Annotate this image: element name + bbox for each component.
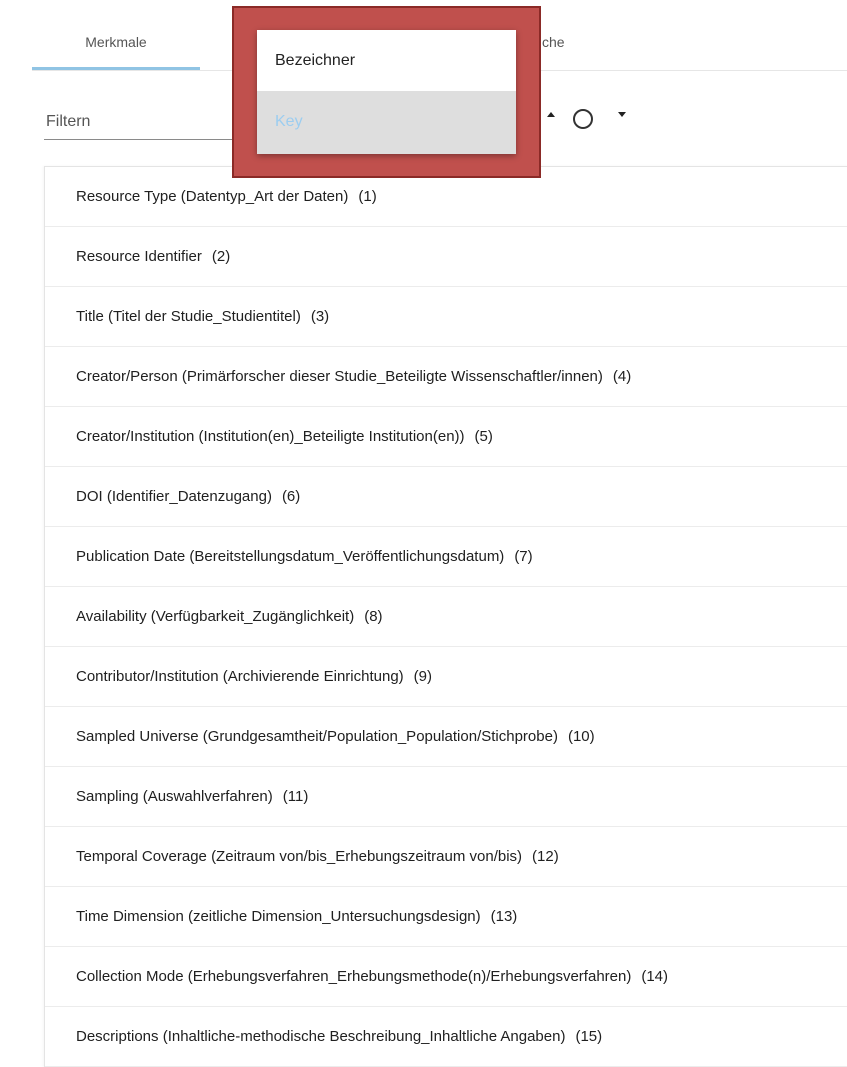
item-count: (11) xyxy=(282,788,309,805)
triangle-down-icon[interactable] xyxy=(618,112,626,117)
item-label: Creator/Person (Primärforscher dieser St… xyxy=(76,368,603,385)
item-count: (14) xyxy=(641,968,669,985)
list-item[interactable]: Sampled Universe (Grundgesamtheit/Popula… xyxy=(45,707,847,767)
item-count: (12) xyxy=(532,848,559,865)
list-item[interactable]: Sampling (Auswahlverfahren) (11) xyxy=(45,767,847,827)
item-count: (1) xyxy=(358,188,377,205)
filter-input[interactable] xyxy=(44,104,240,140)
list-item[interactable]: Creator/Institution (Institution(en)_Bet… xyxy=(45,407,847,467)
dropdown-option-key[interactable]: Key xyxy=(257,91,516,154)
item-count: (8) xyxy=(364,608,383,625)
item-label: Sampling (Auswahlverfahren) xyxy=(76,788,273,805)
list-item[interactable]: Collection Mode (Erhebungsverfahren_Erhe… xyxy=(45,947,847,1007)
tab-partially-hidden[interactable]: che xyxy=(532,0,662,70)
list-item[interactable]: Creator/Person (Primärforscher dieser St… xyxy=(45,347,847,407)
item-label: Resource Type (Datentyp_Art der Daten) xyxy=(76,188,349,205)
item-count: (6) xyxy=(281,488,301,505)
item-label: Publication Date (Bereitstellungsdatum_V… xyxy=(76,548,505,565)
item-count: (2) xyxy=(211,248,231,265)
circle-radio-icon[interactable] xyxy=(573,109,593,129)
list-item[interactable]: Descriptions (Inhaltliche-methodische Be… xyxy=(45,1007,847,1067)
item-label: Collection Mode (Erhebungsverfahren_Erhe… xyxy=(76,968,632,985)
merkmale-list: Resource Type (Datentyp_Art der Daten) (1… xyxy=(44,166,847,1067)
list-item[interactable]: Temporal Coverage (Zeitraum von/bis_Erhe… xyxy=(45,827,847,887)
item-count: (10) xyxy=(567,728,595,745)
item-label: Contributor/Institution (Archivierende E… xyxy=(76,668,404,685)
item-count: (13) xyxy=(490,908,518,925)
item-count: (15) xyxy=(575,1028,603,1045)
list-item[interactable]: Title (Titel der Studie_Studientitel) (3) xyxy=(45,287,847,347)
dropdown-option-bezeichner[interactable]: Bezeichner xyxy=(257,30,516,91)
item-label: Availability (Verfügbarkeit_Zugänglichke… xyxy=(76,608,355,625)
item-label: Descriptions (Inhaltliche-methodische Be… xyxy=(76,1028,566,1045)
item-count: (4) xyxy=(612,368,632,385)
list-item[interactable]: Contributor/Institution (Archivierende E… xyxy=(45,647,847,707)
item-label: DOI (Identifier_Datenzugang) xyxy=(76,488,272,505)
list-item[interactable]: Resource Identifier (2) xyxy=(45,227,847,287)
list-item[interactable]: Availability (Verfügbarkeit_Zugänglichke… xyxy=(45,587,847,647)
item-label: Sampled Universe (Grundgesamtheit/Popula… xyxy=(76,728,558,745)
triangle-up-icon[interactable] xyxy=(547,112,555,117)
item-label: Resource Identifier xyxy=(76,248,202,265)
item-count: (3) xyxy=(310,308,330,325)
item-count: (7) xyxy=(514,548,533,565)
list-item[interactable]: Publication Date (Bereitstellungsdatum_V… xyxy=(45,527,847,587)
item-count: (5) xyxy=(474,428,493,445)
item-label: Time Dimension (zeitliche Dimension_Unte… xyxy=(76,908,481,925)
sort-field-dropdown: Bezeichner Key xyxy=(257,30,516,154)
item-label: Creator/Institution (Institution(en)_Bet… xyxy=(76,428,465,445)
item-label: Title (Titel der Studie_Studientitel) xyxy=(76,308,301,325)
list-item[interactable]: DOI (Identifier_Datenzugang) (6) xyxy=(45,467,847,527)
tab-merkmale[interactable]: Merkmale xyxy=(32,0,200,70)
item-label: Temporal Coverage (Zeitraum von/bis_Erhe… xyxy=(76,848,523,865)
item-count: (9) xyxy=(413,668,432,685)
list-item[interactable]: Time Dimension (zeitliche Dimension_Unte… xyxy=(45,887,847,947)
active-tab-indicator xyxy=(32,67,200,70)
